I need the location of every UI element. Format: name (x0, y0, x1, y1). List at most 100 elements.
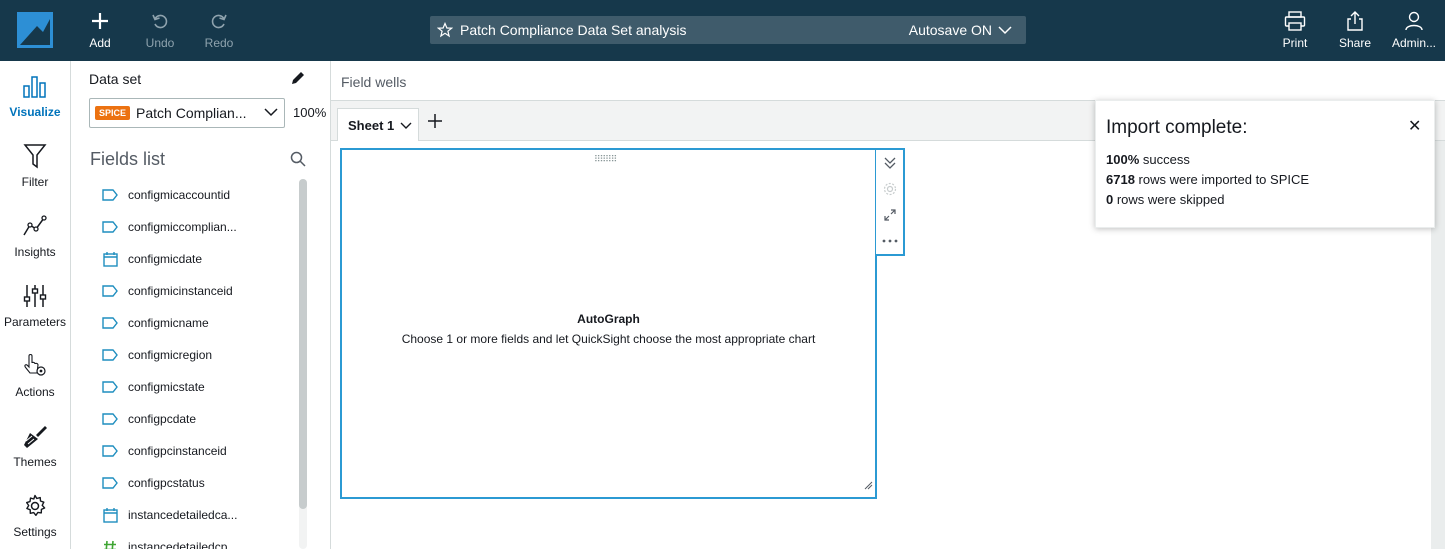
field-name: configpcinstanceid (128, 444, 227, 458)
nav-themes[interactable]: Themes (0, 421, 70, 481)
success-percent: 100% (1106, 152, 1140, 167)
field-item[interactable]: configpcdate (101, 403, 291, 435)
undo-icon (150, 8, 170, 34)
visual-description: Choose 1 or more fields and let QuickSig… (401, 332, 816, 346)
bar-chart-icon (22, 71, 48, 101)
dimension-field-icon (101, 219, 119, 235)
user-menu-button[interactable]: Admin... (1384, 8, 1444, 54)
nav-parameters[interactable]: Parameters (0, 281, 70, 341)
field-item[interactable]: instancedetailedca... (101, 499, 291, 531)
field-wells-bar[interactable]: Field wells (331, 61, 1445, 101)
calendar-icon (101, 507, 119, 523)
dimension-field-icon (101, 283, 119, 299)
field-item[interactable]: instancedetailedcp... (101, 531, 291, 549)
chevron-down-icon[interactable] (400, 118, 412, 133)
dataset-name: Patch Complian... (136, 105, 247, 121)
redo-label: Redo (204, 36, 234, 50)
nav-visualize[interactable]: Visualize (0, 71, 70, 131)
calendar-icon (101, 251, 119, 267)
field-item[interactable]: configmicdate (101, 243, 291, 275)
field-item[interactable]: configmicstate (101, 371, 291, 403)
notification-title: Import complete: (1106, 117, 1248, 138)
plus-icon (90, 8, 110, 34)
rows-skipped-text: rows were skipped (1113, 192, 1225, 207)
share-label: Share (1338, 36, 1372, 50)
field-name: instancedetailedca... (128, 508, 238, 522)
dimension-field-icon (101, 443, 119, 459)
print-label: Print (1282, 36, 1308, 50)
nav-visualize-label: Visualize (9, 105, 61, 119)
field-item[interactable]: configmicregion (101, 339, 291, 371)
redo-button[interactable]: Redo (189, 8, 249, 54)
nav-filter[interactable]: Filter (0, 141, 70, 201)
scrollbar-thumb[interactable] (299, 179, 307, 509)
field-name: configmicregion (128, 348, 213, 362)
fields-scrollbar[interactable] (299, 179, 307, 549)
quicksight-logo-icon[interactable] (17, 12, 53, 48)
nav-parameters-label: Parameters (3, 315, 67, 329)
field-name: configpcstatus (128, 476, 205, 490)
dimension-field-icon (101, 315, 119, 331)
nav-settings[interactable]: Settings (0, 491, 70, 549)
field-item[interactable]: configmiccomplian... (101, 211, 291, 243)
rows-skipped-line: 0 rows were skipped (1106, 192, 1225, 207)
chevron-down-icon (998, 22, 1012, 38)
field-name: configmiccomplian... (128, 220, 237, 234)
field-item[interactable]: configmicaccountid (101, 179, 291, 211)
field-item[interactable]: configpcinstanceid (101, 435, 291, 467)
nav-insights-label: Insights (14, 245, 56, 259)
field-item[interactable]: configmicinstanceid (101, 275, 291, 307)
format-visual-icon[interactable] (883, 176, 897, 202)
hash-icon (101, 539, 119, 549)
printer-icon (1284, 8, 1306, 34)
print-button[interactable]: Print (1265, 8, 1325, 54)
collapse-visual-icon[interactable] (883, 150, 897, 176)
rows-imported-count: 6718 (1106, 172, 1135, 187)
fields-list: configmicaccountid configmiccomplian... co… (101, 179, 291, 549)
field-name: configmicaccountid (128, 188, 231, 202)
rows-imported-line: 6718 rows were imported to SPICE (1106, 172, 1309, 187)
undo-button[interactable]: Undo (130, 8, 190, 54)
dimension-field-icon (101, 475, 119, 491)
autosave-dropdown[interactable]: Autosave ON (909, 22, 1026, 38)
more-options-icon[interactable] (882, 228, 898, 254)
gear-icon (23, 491, 47, 521)
dimension-field-icon (101, 411, 119, 427)
pointer-gear-icon (23, 351, 47, 381)
tab-sheet-1[interactable]: Sheet 1 (337, 108, 419, 141)
analysis-title-bar[interactable]: Patch Compliance Data Set analysis Autos… (430, 16, 1026, 44)
pencil-icon[interactable] (290, 70, 306, 91)
import-success-line: 100% success (1106, 152, 1190, 167)
rows-imported-text: rows were imported to SPICE (1134, 172, 1310, 187)
share-button[interactable]: Share (1325, 8, 1385, 54)
user-icon (1404, 8, 1424, 34)
field-item[interactable]: configpcstatus (101, 467, 291, 499)
import-complete-notification: Import complete: ✕ 100% success 6718 row… (1095, 100, 1435, 228)
field-name: configmicstate (128, 380, 205, 394)
search-icon[interactable] (290, 151, 306, 172)
resize-handle-icon[interactable] (863, 477, 873, 495)
nav-actions[interactable]: Actions (0, 351, 70, 411)
add-button[interactable]: Add (70, 8, 130, 54)
analysis-title[interactable]: Patch Compliance Data Set analysis (460, 22, 909, 38)
close-icon[interactable]: ✕ (1408, 116, 1421, 136)
expand-icon[interactable] (883, 202, 897, 228)
insights-icon (22, 211, 48, 241)
autograph-visual[interactable]: ⠿⠿⠿⠿ AutoGraph Choose 1 or more fields a… (340, 148, 877, 499)
nav-themes-label: Themes (13, 455, 57, 469)
dataset-label: Data set (89, 71, 142, 87)
nav-actions-label: Actions (15, 385, 55, 399)
field-name: configmicinstanceid (128, 284, 233, 298)
top-bar: Add Undo Redo Patch Compliance Data Set … (0, 0, 1445, 61)
drag-handle-icon[interactable]: ⠿⠿⠿⠿ (594, 154, 617, 165)
nav-insights[interactable]: Insights (0, 211, 70, 271)
nav-filter-label: Filter (21, 175, 49, 189)
data-panel: Data set SPICE Patch Complian... 100% Fi… (71, 61, 331, 549)
add-sheet-icon[interactable] (427, 113, 443, 134)
star-icon[interactable] (430, 22, 460, 38)
field-name: instancedetailedcp... (128, 540, 238, 549)
field-name: configmicname (128, 316, 209, 330)
dataset-select[interactable]: SPICE Patch Complian... (89, 98, 285, 128)
field-item[interactable]: configmicname (101, 307, 291, 339)
undo-label: Undo (145, 36, 175, 50)
